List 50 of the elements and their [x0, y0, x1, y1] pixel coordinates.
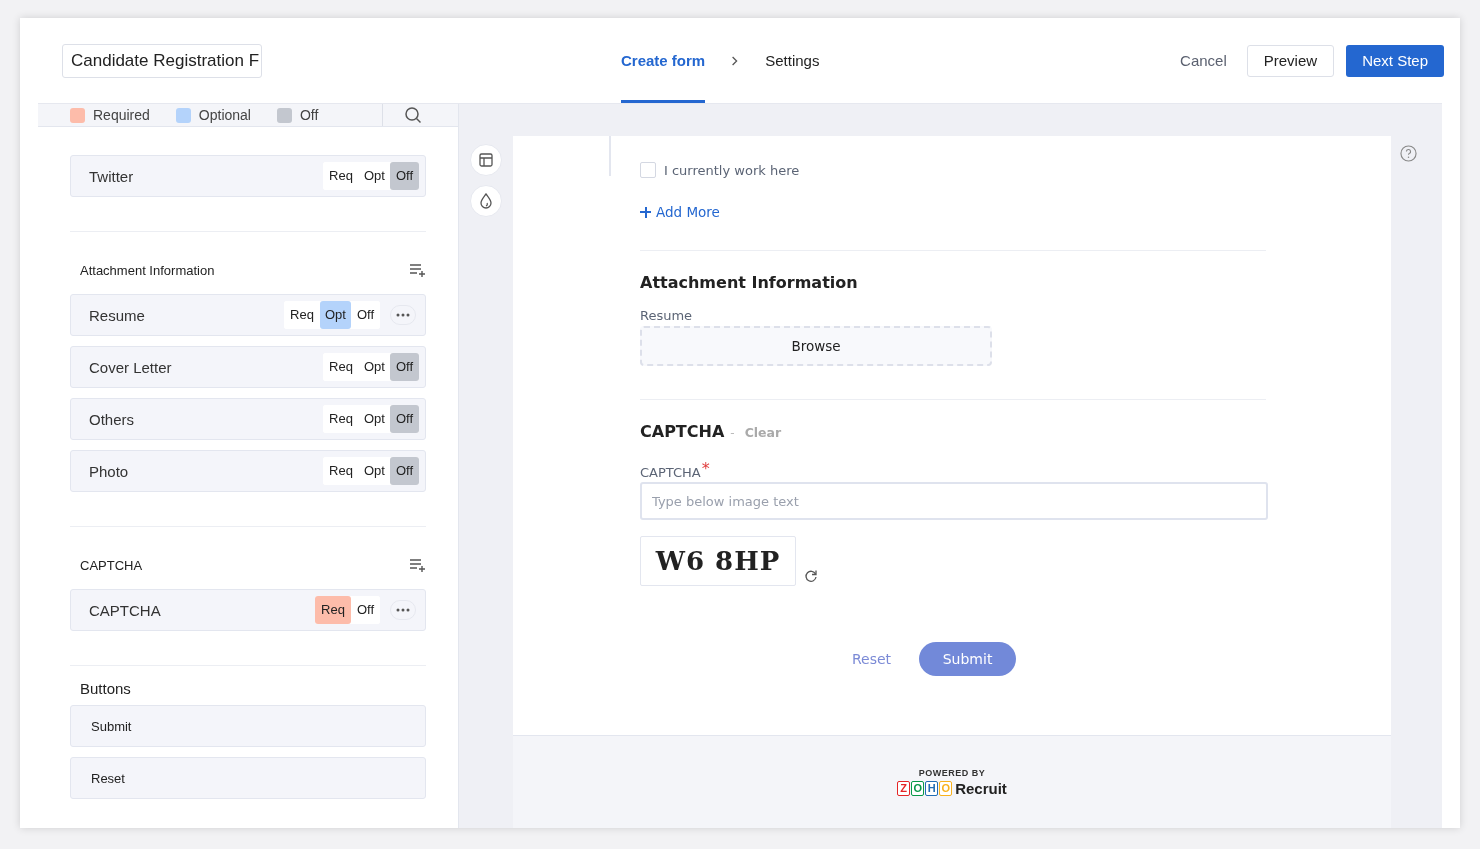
add-list-icon[interactable]	[410, 558, 426, 572]
step-tab[interactable]: Settings	[765, 18, 820, 103]
brand-logo: Z O H O	[897, 780, 953, 796]
status-option[interactable]: Off	[389, 162, 419, 190]
add-list-icon[interactable]	[410, 263, 426, 277]
status-option[interactable]: Off	[389, 457, 419, 485]
field-label: Resume	[640, 308, 694, 323]
checkbox[interactable]	[640, 162, 656, 178]
section-title: Attachment Information	[80, 262, 215, 278]
checkbox-label: I currently work here	[664, 162, 800, 178]
status-option[interactable]: Req	[315, 596, 351, 624]
product-name: Recruit	[955, 779, 1007, 797]
status-option[interactable]: Opt	[319, 301, 351, 329]
section-heading: Attachment Information	[640, 273, 859, 292]
field-label: CAPTCHA	[89, 601, 162, 619]
powered-by-text: POWERED BY	[918, 767, 986, 778]
field-label: Others	[89, 410, 135, 428]
status-option[interactable]: Off	[389, 353, 419, 381]
captcha-input[interactable]: Type below image text	[640, 482, 1268, 520]
button-row[interactable]: Reset	[70, 757, 426, 799]
section-heading: CAPTCHA	[640, 422, 725, 441]
legend-label: Required	[93, 107, 150, 123]
cancel-link[interactable]: Cancel	[1180, 52, 1227, 69]
button-row[interactable]: Submit	[70, 705, 426, 747]
more-icon[interactable]	[390, 600, 416, 620]
captcha-image: W6 8HP	[640, 536, 796, 586]
layout-icon[interactable]	[470, 144, 502, 176]
section-title: Buttons	[79, 680, 132, 697]
field-label: Cover Letter	[89, 358, 173, 376]
field-label: Photo	[89, 462, 130, 480]
form-name-field[interactable]: Candidate Registration F	[62, 43, 262, 78]
preview-button[interactable]: Preview	[1246, 44, 1335, 77]
legend-label: Off	[300, 107, 319, 123]
more-icon[interactable]	[390, 305, 416, 325]
chevron-right-icon	[731, 54, 740, 67]
refresh-icon[interactable]	[804, 569, 818, 583]
help-icon[interactable]	[1400, 145, 1417, 162]
required-mark: *	[701, 461, 710, 477]
search-icon[interactable]	[404, 106, 423, 124]
next-step-button[interactable]: Next Step	[1346, 44, 1444, 77]
legend-label: Optional	[198, 107, 251, 123]
field-label: Resume	[89, 306, 146, 324]
section-title: CAPTCHA	[80, 557, 143, 573]
status-option[interactable]: Off	[389, 405, 419, 433]
add-more-link[interactable]: Add More	[640, 204, 720, 220]
browse-button[interactable]: Browse	[640, 326, 992, 366]
field-label: CAPTCHA	[640, 465, 701, 480]
separator-text: -	[730, 426, 735, 440]
field-label: Twitter	[89, 167, 135, 185]
droplet-icon[interactable]	[470, 185, 502, 217]
